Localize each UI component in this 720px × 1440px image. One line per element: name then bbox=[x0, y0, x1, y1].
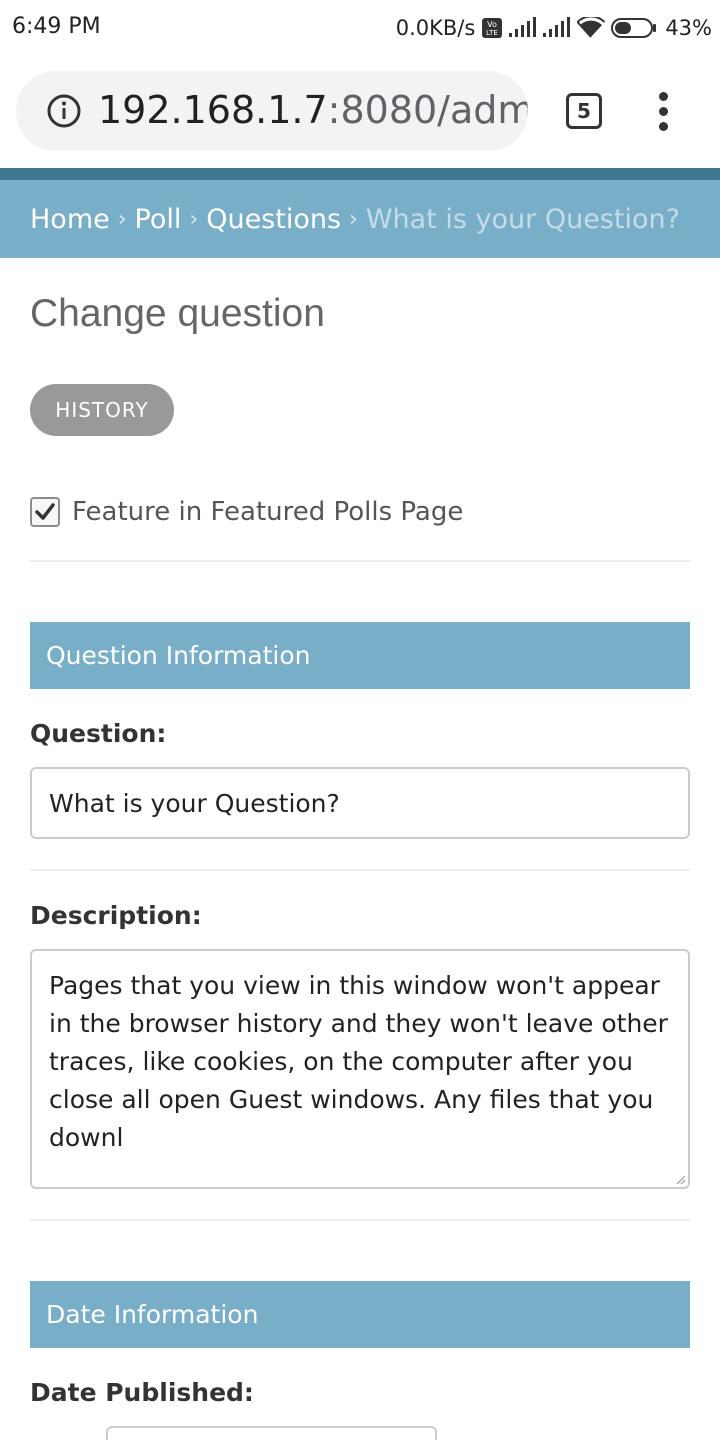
svg-text:LTE: LTE bbox=[486, 29, 498, 37]
battery-level: 43% bbox=[665, 16, 712, 40]
wifi-icon bbox=[577, 17, 606, 39]
header-strip bbox=[0, 168, 720, 180]
status-time: 6:49 PM bbox=[12, 14, 101, 39]
breadcrumb-separator: › bbox=[349, 206, 358, 232]
breadcrumb-home[interactable]: Home bbox=[30, 204, 110, 235]
divider bbox=[30, 869, 690, 871]
checkmark-icon bbox=[35, 503, 55, 520]
url-host: 192.168.1.7 bbox=[98, 88, 328, 132]
status-icons: 0.0KB/s Vo LTE 43% bbox=[396, 14, 712, 42]
svg-text:Vo: Vo bbox=[487, 20, 497, 29]
info-icon[interactable] bbox=[46, 93, 82, 129]
resize-handle-icon[interactable] bbox=[675, 1174, 685, 1184]
url-text[interactable]: 192.168.1.7:8080/admin/ bbox=[98, 87, 528, 133]
description-textarea[interactable]: Pages that you view in this window won't… bbox=[30, 949, 690, 1189]
featured-checkbox[interactable] bbox=[30, 497, 60, 527]
divider bbox=[30, 1219, 690, 1221]
network-speed: 0.0KB/s bbox=[395, 16, 476, 40]
url-path: :8080/admin/ bbox=[327, 88, 528, 132]
featured-checkbox-row: Feature in Featured Polls Page bbox=[30, 497, 463, 527]
divider bbox=[30, 560, 690, 562]
breadcrumb-separator: › bbox=[117, 206, 127, 232]
browser-toolbar: 192.168.1.7:8080/admin/ 5 bbox=[0, 56, 720, 168]
more-menu-icon[interactable] bbox=[648, 92, 678, 132]
question-label: Question: bbox=[30, 719, 167, 748]
volte-icon: Vo LTE bbox=[481, 17, 503, 39]
fieldset-title-date-information: Date Information bbox=[30, 1281, 690, 1348]
breadcrumb-model[interactable]: Questions bbox=[206, 204, 341, 235]
battery-icon bbox=[611, 17, 657, 39]
address-bar[interactable]: 192.168.1.7:8080/admin/ bbox=[16, 71, 528, 151]
tab-switcher-button[interactable]: 5 bbox=[566, 93, 602, 129]
breadcrumb-separator: › bbox=[189, 206, 199, 232]
description-label: Description: bbox=[30, 901, 202, 930]
featured-checkbox-label[interactable]: Feature in Featured Polls Page bbox=[72, 497, 463, 527]
question-input[interactable]: What is your Question? bbox=[30, 767, 690, 839]
breadcrumb-app[interactable]: Poll bbox=[135, 204, 182, 235]
page-title: Change question bbox=[30, 292, 325, 335]
signal-icon bbox=[509, 17, 537, 39]
fieldset-title-question-information: Question Information bbox=[30, 622, 690, 689]
history-button[interactable]: HISTORY bbox=[30, 384, 174, 436]
signal-icon bbox=[543, 17, 571, 39]
description-text: Pages that you view in this window won't… bbox=[49, 971, 668, 1152]
breadcrumb: Home › Poll › Questions › What is your Q… bbox=[0, 180, 720, 258]
date-published-input[interactable] bbox=[106, 1426, 437, 1440]
status-bar: 6:49 PM 0.0KB/s Vo LTE 43% bbox=[0, 0, 720, 56]
date-published-label: Date Published: bbox=[30, 1378, 254, 1407]
breadcrumb-current: What is your Question? bbox=[365, 203, 680, 235]
